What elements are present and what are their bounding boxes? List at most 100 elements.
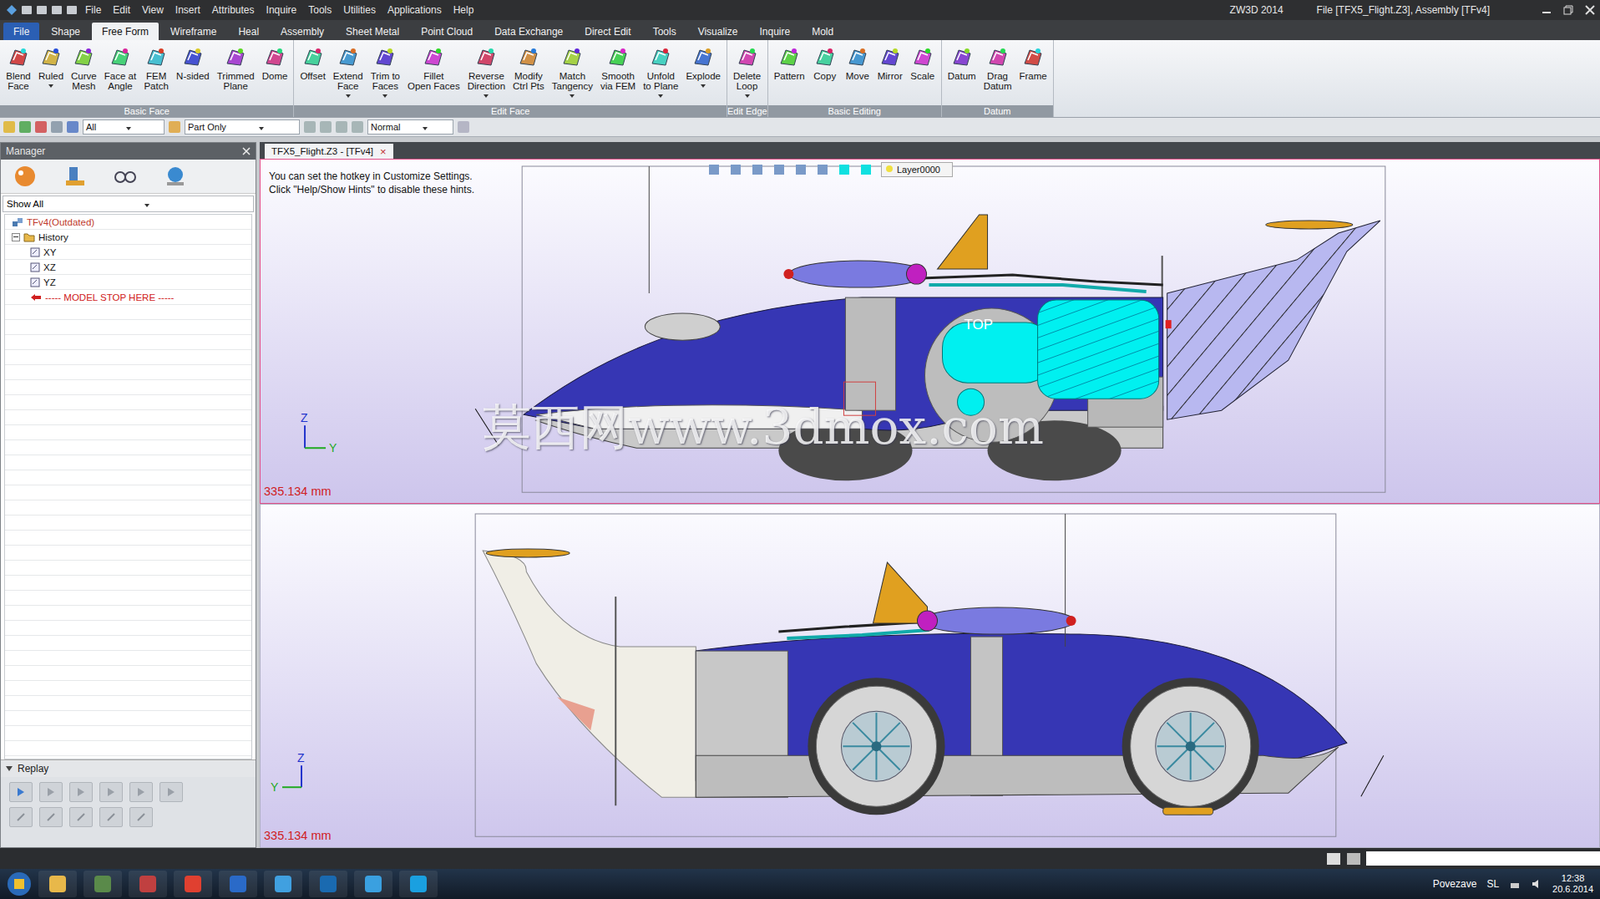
model-canvas[interactable]: TOPZY: [260, 159, 1600, 503]
ribbon-button[interactable]: DeleteLoop: [729, 42, 765, 106]
replay-header[interactable]: Replay: [0, 759, 256, 777]
view-tool-icon[interactable]: [794, 162, 808, 177]
ribbon-button[interactable]: TrimmedPlane: [213, 42, 259, 106]
menu-item[interactable]: File: [80, 4, 107, 16]
menu-item[interactable]: Utilities: [338, 4, 381, 16]
taskbar-app[interactable]: [173, 870, 213, 897]
ribbon-tab[interactable]: Visualize: [688, 22, 749, 41]
ribbon-button[interactable]: Copy: [809, 42, 841, 106]
tool-icon[interactable]: [351, 121, 364, 133]
ribbon-button[interactable]: ExtendFace: [329, 42, 367, 106]
quick-access-icon[interactable]: [65, 3, 79, 17]
ribbon-button[interactable]: MatchTangency: [548, 42, 597, 106]
dropdown-caret-icon[interactable]: [744, 94, 750, 98]
network-icon[interactable]: [1508, 877, 1521, 890]
filter-select[interactable]: All: [82, 119, 165, 135]
menu-item[interactable]: Edit: [107, 4, 136, 16]
command-field[interactable]: [1366, 850, 1600, 866]
ribbon-button[interactable]: Unfoldto Plane: [639, 42, 682, 106]
ribbon-tab[interactable]: Sheet Metal: [335, 22, 410, 41]
tool-icon[interactable]: [303, 121, 316, 133]
model-canvas[interactable]: ZY: [260, 504, 1600, 848]
ribbon-tab[interactable]: Shape: [40, 22, 91, 41]
ribbon-button[interactable]: Move: [841, 42, 874, 106]
volume-icon[interactable]: [1530, 877, 1543, 890]
language-indicator[interactable]: SL: [1486, 877, 1499, 890]
document-tab[interactable]: TFX5_Flight.Z3 - [TFv4]×: [264, 143, 394, 159]
ribbon-button[interactable]: ModifyCtrl Pts: [509, 42, 548, 106]
dropdown-caret-icon[interactable]: [48, 84, 54, 88]
menu-item[interactable]: Attributes: [207, 4, 260, 16]
remove-icon[interactable]: [35, 121, 47, 133]
ribbon-button[interactable]: N-sided: [172, 42, 213, 106]
history-icon[interactable]: [62, 163, 88, 189]
ribbon-button[interactable]: Mirror: [874, 42, 907, 106]
replay-button[interactable]: [159, 781, 183, 802]
manager-filter[interactable]: Show All: [2, 195, 254, 213]
filter-icon[interactable]: [66, 121, 79, 133]
ribbon-tab[interactable]: Inquire: [749, 22, 800, 41]
layer-select[interactable]: Layer0000: [881, 162, 953, 178]
ribbon-button[interactable]: Scale: [906, 42, 939, 106]
ribbon-button[interactable]: Dome: [258, 42, 292, 106]
ribbon-button[interactable]: BlendFace: [2, 42, 35, 106]
tool-icon[interactable]: [319, 121, 332, 133]
minimize-icon[interactable]: [1541, 5, 1552, 16]
view-tool-icon[interactable]: [859, 162, 873, 177]
taskbar-app[interactable]: [128, 870, 168, 897]
menu-item[interactable]: Help: [448, 4, 480, 16]
replay-button[interactable]: [69, 806, 93, 827]
ribbon-button[interactable]: Explode: [682, 42, 725, 106]
ribbon-tab[interactable]: File: [3, 22, 40, 41]
ribbon-button[interactable]: FilletOpen Faces: [404, 42, 464, 106]
ribbon-button[interactable]: FEMPatch: [140, 42, 173, 106]
close-tab-button[interactable]: ×: [379, 145, 387, 158]
start-icon[interactable]: [6, 870, 32, 897]
taskbar-app[interactable]: [38, 870, 77, 897]
tool-icon[interactable]: [335, 121, 348, 133]
ribbon-tab[interactable]: Assembly: [270, 22, 335, 41]
tree-item[interactable]: XZ: [5, 259, 252, 275]
dropdown-caret-icon[interactable]: [345, 94, 351, 98]
tree-item[interactable]: XY: [5, 244, 252, 260]
taskbar-app[interactable]: [218, 870, 258, 897]
menu-item[interactable]: Applications: [382, 4, 447, 16]
dropdown-caret-icon[interactable]: [700, 84, 706, 88]
viewport[interactable]: ZY335.134 mm: [259, 503, 1600, 849]
tree-item[interactable]: TFv4(Outdated): [5, 214, 252, 230]
restore-icon[interactable]: [1563, 5, 1574, 16]
scope-select[interactable]: Part Only: [184, 119, 300, 135]
ribbon-button[interactable]: Pattern: [770, 42, 809, 106]
ribbon-tab[interactable]: Wireframe: [160, 22, 227, 41]
menu-item[interactable]: Inquire: [261, 4, 303, 16]
quick-access-icon[interactable]: [35, 3, 49, 17]
ribbon-button[interactable]: ReverseDirection: [464, 42, 509, 106]
ribbon-button[interactable]: Trim toFaces: [367, 42, 404, 106]
add-icon[interactable]: [19, 121, 31, 133]
grid-icon[interactable]: [50, 121, 63, 133]
taskbar-app[interactable]: [354, 870, 393, 897]
tree-item[interactable]: YZ: [5, 274, 252, 290]
palette-icon[interactable]: [12, 163, 38, 189]
ribbon-tab[interactable]: Data Exchange: [484, 22, 573, 41]
dropdown-caret-icon[interactable]: [658, 94, 664, 98]
taskbar-app[interactable]: [308, 870, 348, 897]
replay-button[interactable]: [129, 781, 153, 802]
view-tool-icon[interactable]: [815, 162, 830, 177]
close-panel-icon[interactable]: [242, 146, 251, 156]
menu-item[interactable]: Tools: [303, 4, 337, 16]
replay-button[interactable]: [99, 806, 123, 827]
taskbar-app[interactable]: [263, 870, 303, 897]
refresh-icon[interactable]: [168, 121, 181, 133]
menu-item[interactable]: Insert: [170, 4, 206, 16]
close-icon[interactable]: [1584, 5, 1595, 16]
view-icon[interactable]: [112, 163, 138, 189]
ribbon-button[interactable]: DragDatum: [980, 42, 1016, 106]
ribbon-tab[interactable]: Direct Edit: [574, 22, 641, 41]
ribbon-tab[interactable]: Tools: [643, 22, 687, 41]
ribbon-button[interactable]: Datum: [944, 42, 980, 106]
ribbon-tab[interactable]: Free Form: [91, 22, 159, 41]
ribbon-tab[interactable]: Point Cloud: [410, 22, 483, 41]
view-tool-icon[interactable]: [750, 162, 765, 177]
view-tool-icon[interactable]: [707, 162, 721, 177]
